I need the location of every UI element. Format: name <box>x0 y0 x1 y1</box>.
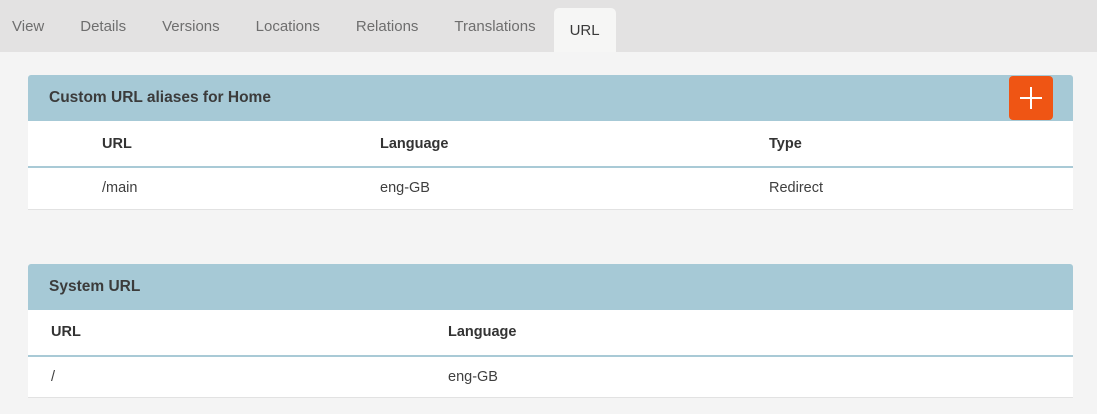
content-tab-bar: View Details Versions Locations Relation… <box>0 0 1097 52</box>
custom-url-aliases-header: Custom URL aliases for Home <box>28 75 1073 121</box>
spacer-column-header <box>28 121 102 167</box>
tab-url[interactable]: URL <box>554 8 616 52</box>
tab-relations[interactable]: Relations <box>338 0 437 52</box>
panel-title: Custom URL aliases for Home <box>49 89 271 107</box>
panel-title: System URL <box>49 278 140 296</box>
column-header-url: URL <box>102 121 380 167</box>
url-tab-content: Custom URL aliases for Home URL Language… <box>0 52 1097 398</box>
cell-language: eng-GB <box>448 356 1073 398</box>
cell-url: /main <box>102 167 380 209</box>
column-header-language: Language <box>448 310 1073 356</box>
table-header-row: URL Language <box>28 310 1073 356</box>
add-url-alias-button[interactable] <box>1009 76 1053 120</box>
system-url-table: URL Language / eng-GB <box>28 310 1073 399</box>
column-header-url: URL <box>28 310 448 356</box>
custom-url-aliases-panel: Custom URL aliases for Home URL Language… <box>28 75 1073 210</box>
tab-locations[interactable]: Locations <box>238 0 338 52</box>
url-aliases-table: URL Language Type /main eng-GB Redirect <box>28 121 1073 210</box>
tab-versions[interactable]: Versions <box>144 0 238 52</box>
system-url-header: System URL <box>28 264 1073 310</box>
table-row: / eng-GB <box>28 356 1073 398</box>
cell-url: / <box>28 356 448 398</box>
spacer-cell <box>28 167 102 209</box>
tab-translations[interactable]: Translations <box>436 0 553 52</box>
table-row: /main eng-GB Redirect <box>28 167 1073 209</box>
column-header-type: Type <box>769 121 1073 167</box>
system-url-panel: System URL URL Language / eng-GB <box>28 264 1073 399</box>
column-header-language: Language <box>380 121 769 167</box>
cell-language: eng-GB <box>380 167 769 209</box>
tab-details[interactable]: Details <box>62 0 144 52</box>
plus-icon <box>1020 87 1042 109</box>
cell-type: Redirect <box>769 167 1073 209</box>
table-header-row: URL Language Type <box>28 121 1073 167</box>
tab-view[interactable]: View <box>0 0 62 52</box>
